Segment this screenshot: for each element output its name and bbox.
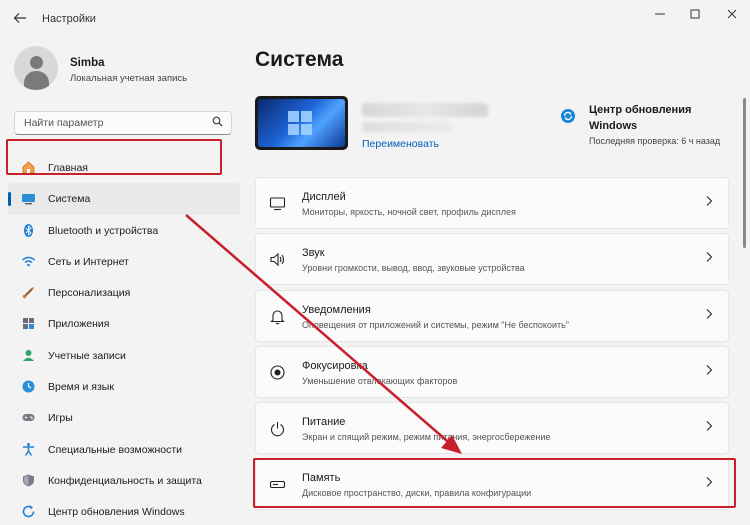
chevron-right-icon [704, 307, 714, 323]
brush-icon [20, 285, 36, 301]
sidebar-item-network[interactable]: Сеть и Интернет [8, 246, 240, 277]
scrollbar[interactable] [743, 98, 746, 248]
search-icon[interactable] [212, 116, 223, 130]
chevron-right-icon [704, 363, 714, 379]
power-icon [268, 420, 286, 438]
card-sound[interactable]: Звук Уровни громкости, вывод, ввод, звук… [255, 233, 729, 286]
sidebar-item-system[interactable]: Система [8, 183, 240, 215]
device-thumbnail [255, 96, 348, 150]
shield-icon [20, 473, 36, 489]
window-title: Настройки [42, 13, 96, 25]
bell-icon [268, 308, 286, 326]
account-icon [20, 348, 36, 364]
main-content: Система Переименовать Центр обновления W… [245, 38, 750, 525]
sidebar-item-gaming[interactable]: Игры [8, 402, 240, 433]
sidebar-nav: Главная Система Bluetooth и устройства С… [0, 152, 245, 525]
avatar[interactable] [14, 46, 58, 90]
sidebar-item-bluetooth[interactable]: Bluetooth и устройства [8, 215, 240, 246]
sidebar-item-windows-update[interactable]: Центр обновления Windows [8, 496, 240, 525]
sync-icon [561, 109, 575, 123]
chevron-right-icon [704, 250, 714, 266]
chevron-right-icon [704, 194, 714, 210]
windows-update-title[interactable]: Центр обновления Windows [589, 102, 709, 134]
system-icon [20, 191, 36, 207]
device-model-redacted [362, 122, 452, 132]
sidebar-item-privacy[interactable]: Конфиденциальность и защита [8, 465, 240, 496]
rename-link[interactable]: Переименовать [362, 138, 439, 150]
highlight-box-storage [253, 458, 736, 508]
sidebar-item-personalization[interactable]: Персонализация [8, 277, 240, 308]
minimize-icon[interactable] [648, 6, 672, 26]
focus-icon [268, 364, 286, 382]
card-notifications[interactable]: Уведомления Оповещения от приложений и с… [255, 289, 729, 342]
gamepad-icon [20, 410, 36, 426]
sidebar-item-time-language[interactable]: Время и язык [8, 371, 240, 402]
card-display[interactable]: Дисплей Мониторы, яркость, ночной свет, … [255, 177, 729, 229]
wallpaper-preview [258, 99, 345, 147]
update-icon [20, 504, 36, 520]
sidebar-item-accounts[interactable]: Учетные записи [8, 340, 240, 371]
sidebar-item-accessibility[interactable]: Специальные возможности [8, 434, 240, 465]
back-arrow-icon[interactable] [13, 11, 29, 27]
close-icon[interactable] [720, 6, 744, 26]
speaker-icon [268, 251, 286, 269]
device-name-redacted [362, 103, 488, 117]
search-placeholder: Найти параметр [24, 117, 104, 129]
maximize-icon[interactable] [683, 6, 707, 26]
sidebar-item-apps[interactable]: Приложения [8, 308, 240, 339]
time-language-icon [20, 379, 36, 395]
windows-logo-icon [288, 111, 312, 135]
account-type: Локальная учетная запись [70, 73, 188, 84]
windows-update-last-check: Последняя проверка: 6 ч назад [589, 136, 721, 146]
sidebar: Simba Локальная учетная запись Найти пар… [0, 38, 245, 525]
user-name: Simba [70, 57, 105, 69]
wifi-icon [20, 254, 36, 270]
display-icon [268, 195, 286, 213]
accessibility-icon [20, 442, 36, 458]
card-power[interactable]: Питание Экран и спящий режим, режим пита… [255, 402, 729, 455]
page-title: Система [255, 48, 344, 71]
card-focus[interactable]: Фокусировка Уменьшение отвлекающих факто… [255, 345, 729, 398]
chevron-right-icon [704, 419, 714, 435]
bluetooth-icon [20, 223, 36, 239]
title-bar: Настройки [0, 0, 750, 38]
search-input[interactable]: Найти параметр [14, 111, 232, 135]
apps-icon [20, 316, 36, 332]
highlight-box-system [6, 139, 222, 175]
